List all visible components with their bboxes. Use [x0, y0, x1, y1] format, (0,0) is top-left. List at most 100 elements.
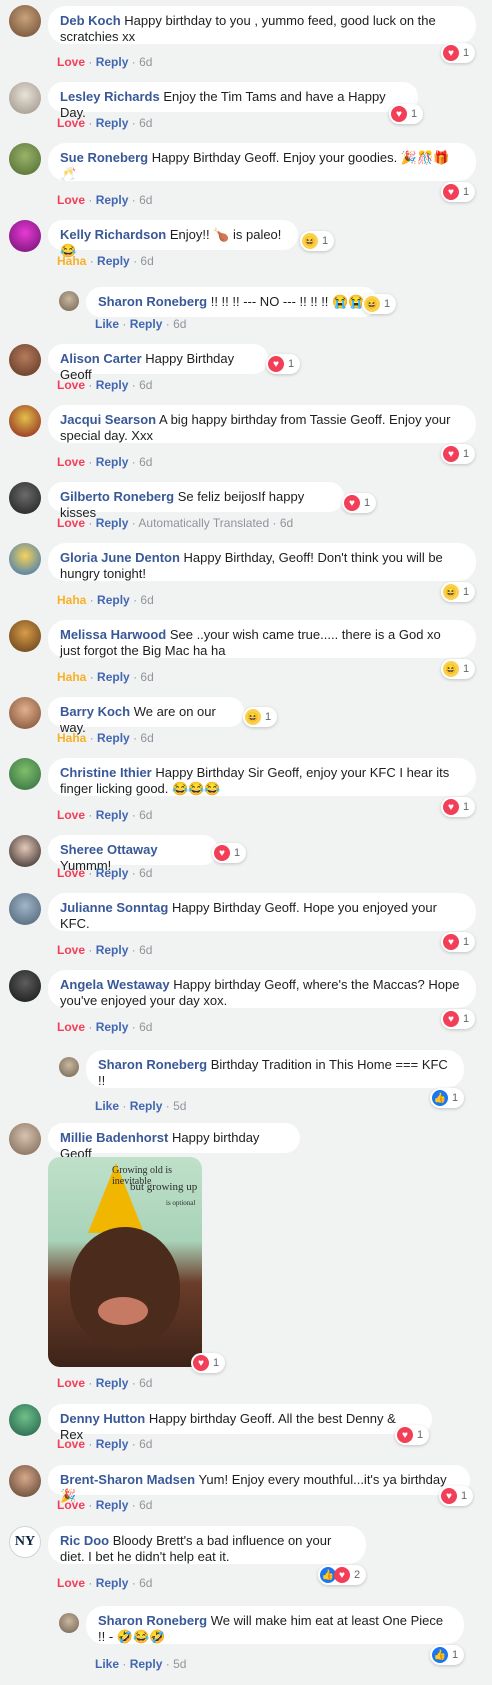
timestamp[interactable]: 6d — [139, 943, 152, 957]
reply-button[interactable]: Reply — [130, 317, 163, 331]
reaction-button[interactable]: Love — [57, 55, 85, 69]
reply-button[interactable]: Reply — [96, 808, 129, 822]
reply-button[interactable]: Reply — [96, 378, 129, 392]
reaction-button[interactable]: Haha — [57, 731, 86, 745]
comment-author[interactable]: Millie Badenhorst — [60, 1130, 168, 1145]
reply-button[interactable]: Reply — [96, 455, 129, 469]
comment-author[interactable]: Angela Westaway — [60, 977, 170, 992]
comment-author[interactable]: Melissa Harwood — [60, 627, 166, 642]
reaction-button[interactable]: Love — [57, 378, 85, 392]
reaction-button[interactable]: Love — [57, 116, 85, 130]
avatar[interactable] — [59, 1057, 79, 1077]
reaction-count[interactable]: ♥ 1 — [441, 932, 476, 952]
reply-button[interactable]: Reply — [130, 1099, 163, 1113]
timestamp[interactable]: 6d — [139, 455, 152, 469]
avatar[interactable] — [9, 697, 41, 729]
reply-button[interactable]: Reply — [97, 593, 130, 607]
timestamp[interactable]: 5d — [173, 1657, 186, 1671]
reaction-button[interactable]: Haha — [57, 593, 86, 607]
reaction-button[interactable]: Love — [57, 808, 85, 822]
timestamp[interactable]: 6d — [139, 1437, 152, 1451]
comment-author[interactable]: Christine Ithier — [60, 765, 152, 780]
timestamp[interactable]: 6d — [140, 254, 153, 268]
timestamp[interactable]: 5d — [173, 1099, 186, 1113]
timestamp[interactable]: 6d — [139, 1576, 152, 1590]
comment-author[interactable]: Brent-Sharon Madsen — [60, 1472, 195, 1487]
timestamp[interactable]: 6d — [139, 116, 152, 130]
timestamp[interactable]: 6d — [139, 1498, 152, 1512]
timestamp[interactable]: 6d — [139, 866, 152, 880]
comment-author[interactable]: Gilberto Roneberg — [60, 489, 174, 504]
timestamp[interactable]: 6d — [140, 593, 153, 607]
reaction-button[interactable]: Love — [57, 1376, 85, 1390]
avatar[interactable] — [9, 220, 41, 252]
reaction-button[interactable]: Like — [95, 1657, 119, 1671]
reply-button[interactable]: Reply — [97, 254, 130, 268]
avatar[interactable] — [59, 1613, 79, 1633]
reply-button[interactable]: Reply — [96, 943, 129, 957]
avatar[interactable] — [9, 620, 41, 652]
avatar[interactable] — [9, 893, 41, 925]
reaction-count[interactable]: ♥ 1 — [395, 1425, 430, 1445]
reaction-count[interactable]: 😆 1 — [362, 294, 397, 314]
reply-button[interactable]: Reply — [97, 670, 130, 684]
reply-button[interactable]: Reply — [97, 731, 130, 745]
reaction-count[interactable]: ♥ 1 — [441, 182, 476, 202]
avatar[interactable] — [9, 5, 41, 37]
reaction-button[interactable]: Love — [57, 866, 85, 880]
timestamp[interactable]: 6d — [139, 1020, 152, 1034]
reaction-count[interactable]: ♥ 1 — [439, 1486, 474, 1506]
reaction-count[interactable]: ♥ 1 — [441, 43, 476, 63]
reply-button[interactable]: Reply — [96, 1020, 129, 1034]
reaction-count[interactable]: ♥ 1 — [441, 444, 476, 464]
reaction-count[interactable]: 😆 1 — [243, 707, 278, 727]
avatar[interactable] — [9, 758, 41, 790]
comment-author[interactable]: Sheree Ottaway — [60, 842, 158, 857]
timestamp[interactable]: 6d — [139, 378, 152, 392]
reply-button[interactable]: Reply — [96, 1376, 129, 1390]
timestamp[interactable]: 6d — [139, 55, 152, 69]
comment-author[interactable]: Julianne Sonntag — [60, 900, 168, 915]
timestamp[interactable]: 6d — [139, 1376, 152, 1390]
reaction-button[interactable]: Haha — [57, 254, 86, 268]
reaction-count[interactable]: ♥ 1 — [266, 354, 301, 374]
reaction-count[interactable]: ♥ 1 — [212, 843, 247, 863]
timestamp[interactable]: 6d — [280, 516, 293, 530]
avatar[interactable] — [9, 482, 41, 514]
avatar[interactable] — [9, 1123, 41, 1155]
reply-button[interactable]: Reply — [96, 116, 129, 130]
comment-author[interactable]: Lesley Richards — [60, 89, 160, 104]
avatar[interactable] — [9, 543, 41, 575]
reply-button[interactable]: Reply — [96, 1437, 129, 1451]
reaction-button[interactable]: Love — [57, 1498, 85, 1512]
timestamp[interactable]: 6d — [140, 731, 153, 745]
reaction-count[interactable]: ♥ 1 — [441, 1009, 476, 1029]
comment-author[interactable]: Ric Doo — [60, 1533, 109, 1548]
avatar[interactable] — [9, 344, 41, 376]
comment-author[interactable]: Sharon Roneberg — [98, 1057, 207, 1072]
comment-author[interactable]: Denny Hutton — [60, 1411, 145, 1426]
timestamp[interactable]: 6d — [173, 317, 186, 331]
avatar[interactable] — [9, 970, 41, 1002]
reaction-button[interactable]: Like — [95, 317, 119, 331]
timestamp[interactable]: 6d — [139, 193, 152, 207]
reply-button[interactable]: Reply — [96, 1576, 129, 1590]
reaction-count[interactable]: 👍 1 — [430, 1645, 465, 1665]
comment-author[interactable]: Kelly Richardson — [60, 227, 166, 242]
timestamp[interactable]: 6d — [140, 670, 153, 684]
reaction-button[interactable]: Like — [95, 1099, 119, 1113]
comment-author[interactable]: Jacqui Searson — [60, 412, 156, 427]
comment-author[interactable]: Deb Koch — [60, 13, 121, 28]
reaction-count[interactable]: ♥ 1 — [441, 797, 476, 817]
avatar[interactable] — [9, 1465, 41, 1497]
reaction-count[interactable]: ♥ 1 — [389, 104, 424, 124]
reaction-count[interactable]: 😆 1 — [441, 582, 476, 602]
comment-author[interactable]: Gloria June Denton — [60, 550, 180, 565]
reaction-count[interactable]: ♥ 1 — [191, 1353, 226, 1373]
avatar[interactable] — [9, 1404, 41, 1436]
comment-author[interactable]: Sue Roneberg — [60, 150, 148, 165]
translated-label[interactable]: Automatically Translated — [138, 516, 269, 530]
reply-button[interactable]: Reply — [96, 193, 129, 207]
reaction-button[interactable]: Haha — [57, 670, 86, 684]
reply-button[interactable]: Reply — [96, 516, 129, 530]
